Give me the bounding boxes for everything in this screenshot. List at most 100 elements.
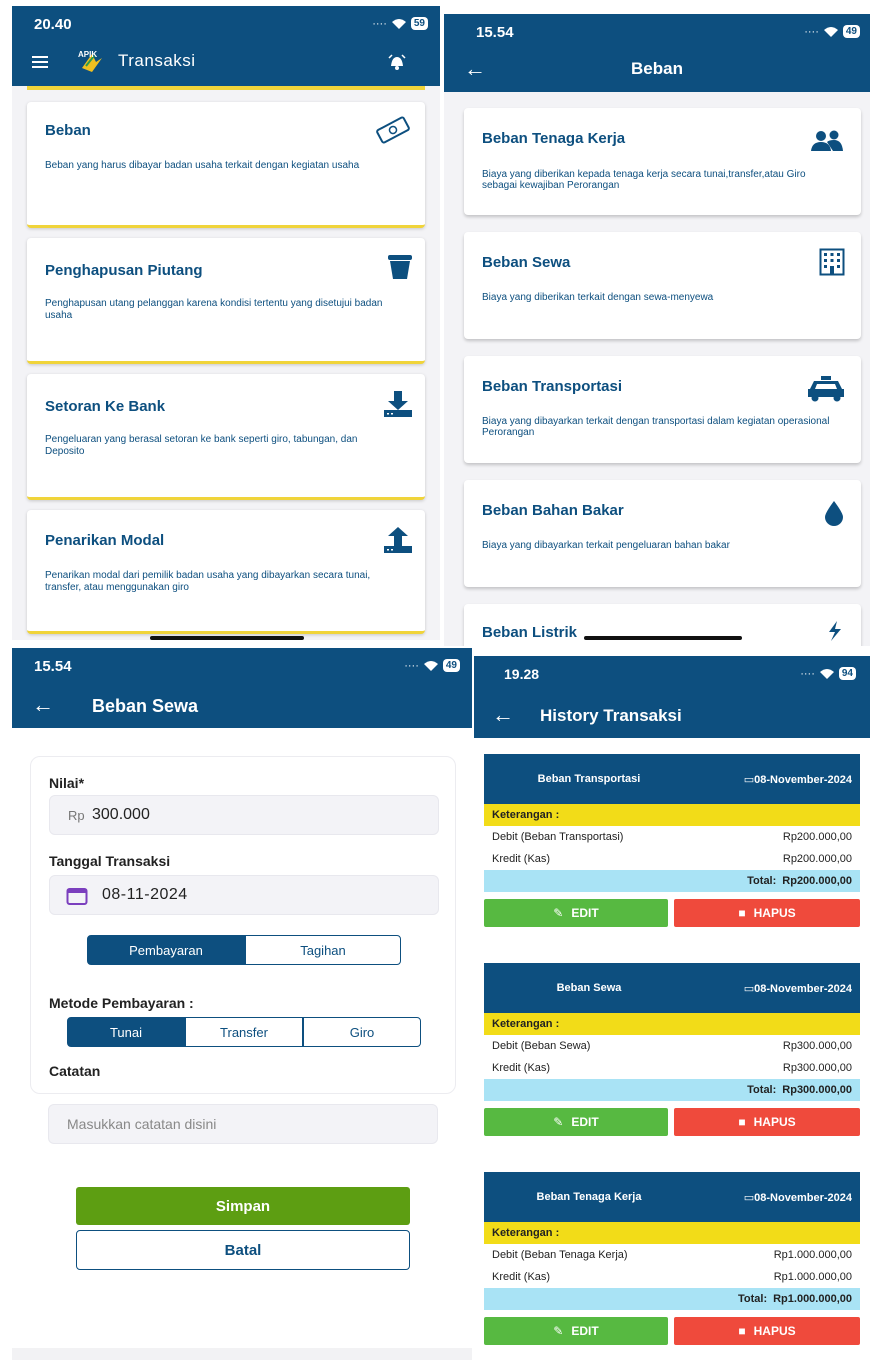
money-icon (376, 116, 410, 144)
card-title: Penghapusan Piutang (45, 262, 203, 279)
pembayaran-option[interactable]: Pembayaran (87, 935, 245, 965)
hapus-button[interactable]: ■ HAPUS (674, 899, 860, 927)
keterangan-label: Keterangan : (484, 804, 860, 826)
back-arrow-icon[interactable]: ← (492, 702, 514, 728)
metode-label: Metode Pembayaran : (49, 995, 194, 1011)
beban-screen: 15.54 ···· 49 ← Beban Beban Tenaga Kerja… (444, 14, 870, 646)
app-logo: APIK (78, 50, 104, 74)
download-icon (384, 391, 412, 417)
transaction-date: ▭08-November-2024 (743, 982, 852, 995)
catatan-label: Catatan (49, 1063, 101, 1079)
menu-icon[interactable] (32, 56, 48, 68)
battery-level: 94 (838, 667, 856, 680)
simpan-button[interactable]: Simpan (76, 1187, 410, 1225)
battery-level: 59 (410, 17, 428, 30)
debit-row: Debit (Beban Transportasi) Rp200.000,00 (492, 831, 852, 843)
total-row: Total: Rp1.000.000,00 (484, 1288, 860, 1310)
keterangan-label: Keterangan : (484, 1013, 860, 1035)
batal-button[interactable]: Batal (76, 1230, 410, 1270)
metode-pembayaran-toggle: Tunai Transfer Giro (67, 1017, 421, 1047)
status-icons: ···· 49 (804, 25, 860, 38)
card-desc: Pengeluaran yang berasal setoran ke bank… (45, 434, 358, 457)
hapus-button[interactable]: ■ HAPUS (674, 1317, 860, 1345)
transaction-name: Beban Sewa (556, 982, 622, 994)
home-indicator (150, 636, 304, 640)
building-icon (819, 248, 845, 276)
edit-button[interactable]: ✎ EDIT (484, 1317, 668, 1345)
app-bar: 15.54 ···· 49 ← Beban (444, 14, 870, 92)
calendar-icon: ▭ (743, 982, 755, 995)
card-beban-sewa[interactable]: Beban Sewa Biaya yang diberikan terkait … (464, 232, 861, 339)
card-beban-tenaga-kerja[interactable]: Beban Tenaga Kerja Biaya yang diberikan … (464, 108, 861, 215)
bell-icon[interactable] (388, 54, 406, 70)
tagihan-option[interactable]: Tagihan (245, 935, 401, 965)
card-title: Beban Sewa (482, 254, 571, 271)
wifi-icon (391, 18, 406, 29)
pencil-icon: ✎ (553, 906, 564, 920)
card-title: Setoran Ke Bank (45, 398, 166, 415)
transaction-name: Beban Transportasi (537, 773, 641, 785)
people-icon (811, 130, 843, 151)
page-title: History Transaksi (540, 706, 682, 725)
drop-icon (825, 501, 843, 526)
app-bar: 19.28 ···· 94 ← History Transaksi (474, 656, 870, 738)
status-time: 15.54 (34, 658, 72, 675)
status-time: 20.40 (34, 16, 72, 33)
signal-icon: ···· (372, 17, 387, 30)
card-beban-bahan-bakar[interactable]: Beban Bahan Bakar Biaya yang dibayarkan … (464, 480, 861, 587)
form-card: Nilai* Rp 300.000 Tanggal Transaksi 08-1… (30, 756, 456, 1094)
nilai-label: Nilai* (49, 775, 85, 791)
battery-level: 49 (442, 659, 460, 672)
card-desc: Biaya yang dibayarkan terkait dengan tra… (482, 416, 830, 438)
tunai-option[interactable]: Tunai (67, 1017, 185, 1047)
catatan-placeholder: Masukkan catatan disini (67, 1116, 217, 1132)
trash-icon: ■ (738, 1324, 746, 1338)
transfer-option[interactable]: Transfer (185, 1017, 303, 1047)
upload-icon (384, 527, 412, 553)
transaction-name: Beban Tenaga Kerja (536, 1191, 642, 1203)
history-card: Beban Sewa ▭08-November-2024 Keterangan … (484, 963, 860, 1136)
bottom-bar (12, 1348, 472, 1360)
hapus-button[interactable]: ■ HAPUS (674, 1108, 860, 1136)
edit-button[interactable]: ✎ EDIT (484, 1108, 668, 1136)
trash-icon: ■ (738, 1115, 746, 1129)
card-desc: Penarikan modal dari pemilik badan usaha… (45, 570, 371, 593)
tanggal-label: Tanggal Transaksi (49, 853, 171, 869)
tanggal-input[interactable]: 08-11-2024 (49, 875, 439, 915)
edit-button[interactable]: ✎ EDIT (484, 899, 668, 927)
pencil-icon: ✎ (553, 1324, 564, 1338)
battery-level: 49 (842, 25, 860, 38)
transaction-date: ▭08-November-2024 (743, 1191, 852, 1204)
card-beban-transportasi[interactable]: Beban Transportasi Biaya yang dibayarkan… (464, 356, 861, 463)
card-setoran-ke-bank[interactable]: Setoran Ke Bank Pengeluaran yang berasal… (27, 374, 425, 500)
total-row: Total: Rp200.000,00 (484, 870, 860, 892)
card-title: Beban Listrik (482, 624, 578, 641)
action-buttons: ✎ EDIT ■ HAPUS (484, 1317, 860, 1345)
page-title: Transaksi (118, 51, 196, 70)
card-penghapusan-piutang[interactable]: Penghapusan Piutang Penghapusan utang pe… (27, 238, 425, 364)
total-row: Total: Rp300.000,00 (484, 1079, 860, 1101)
currency-prefix: Rp (68, 808, 85, 823)
keterangan-label: Keterangan : (484, 1222, 860, 1244)
card-beban[interactable]: Beban Beban yang harus dibayar badan usa… (27, 102, 425, 228)
history-card: Beban Tenaga Kerja ▭08-November-2024 Ket… (484, 1172, 860, 1345)
status-time: 19.28 (504, 666, 540, 682)
card-title: Beban Tenaga Kerja (482, 130, 626, 147)
back-arrow-icon[interactable]: ← (32, 692, 54, 718)
giro-option[interactable]: Giro (303, 1017, 421, 1047)
card-penarikan-modal[interactable]: Penarikan Modal Penarikan modal dari pem… (27, 510, 425, 634)
nilai-value: 300.000 (92, 806, 150, 823)
catatan-input[interactable]: Masukkan catatan disini (48, 1104, 438, 1144)
trash-icon (388, 255, 412, 279)
transaction-type-toggle: Pembayaran Tagihan (87, 935, 401, 965)
home-indicator (584, 636, 742, 640)
nilai-input[interactable]: Rp 300.000 (49, 795, 439, 835)
calendar-icon: ▭ (743, 1191, 755, 1204)
trash-icon: ■ (738, 906, 746, 920)
status-icons: ···· 94 (800, 667, 856, 680)
signal-icon: ···· (804, 25, 819, 38)
history-card: Beban Transportasi ▭08-November-2024 Ket… (484, 754, 860, 927)
beban-sewa-form-screen: 15.54 ···· 49 ← Beban Sewa Nilai* Rp 300… (12, 648, 472, 1360)
kredit-row: Kredit (Kas) Rp200.000,00 (492, 853, 852, 865)
history-card-header: Beban Sewa ▭08-November-2024 (484, 963, 860, 1013)
